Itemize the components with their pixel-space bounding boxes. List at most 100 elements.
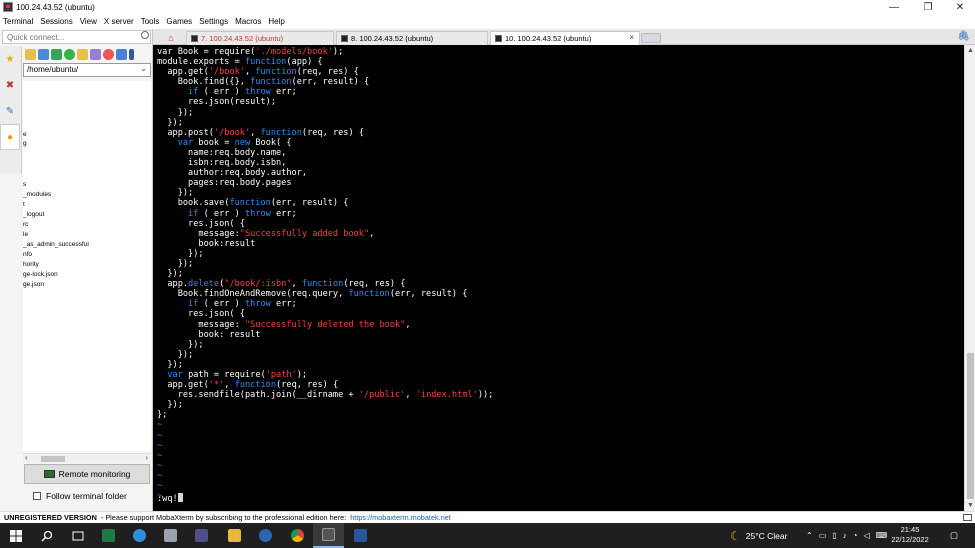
search-button[interactable] [31, 523, 62, 548]
list-item[interactable]: nfo [23, 251, 32, 258]
list-item[interactable]: g [23, 140, 27, 147]
terminal-line: }); [157, 269, 964, 279]
properties-icon[interactable] [129, 48, 134, 60]
list-item[interactable]: hority [23, 261, 39, 268]
terminal-output[interactable]: var Book = require('./models/book'); modu… [153, 45, 964, 511]
scroll-left-icon[interactable]: ‹ [25, 453, 28, 462]
follow-terminal-checkbox[interactable] [33, 492, 41, 500]
battery-icon[interactable]: ▯ [832, 531, 836, 540]
terminal-scrollbar[interactable]: ▲ ▼ [964, 45, 975, 511]
follow-terminal-folder[interactable]: Follow terminal folder [33, 491, 127, 501]
terminal-token: isbn:req.body.isbn, [157, 158, 287, 169]
volume-icon[interactable]: ♪ [843, 531, 847, 540]
tab-session-8[interactable]: 8. 100.24.43.52 (ubuntu) [336, 31, 488, 45]
task-view-button[interactable] [62, 523, 93, 548]
taskbar-excel[interactable] [93, 523, 124, 548]
terminal-token: '*' [208, 380, 225, 391]
scrollbar-thumb[interactable] [967, 353, 974, 499]
path-select[interactable]: /home/ubuntu/ ⌄ [23, 63, 151, 77]
terminal-line: }); [157, 118, 964, 128]
start-button[interactable] [0, 523, 31, 548]
mobatek-link[interactable]: https://mobaxterm.mobatek.net [350, 513, 451, 522]
speaker-icon[interactable]: ◁ [864, 531, 870, 540]
new-tab-button[interactable] [641, 33, 661, 43]
menu-games[interactable]: Games [166, 17, 192, 26]
app-icon [195, 529, 208, 542]
upload-icon[interactable] [51, 48, 62, 60]
taskbar-mobaxterm[interactable] [313, 523, 344, 548]
terminal-token: function [255, 67, 297, 78]
tab-session-7[interactable]: 7. 100.24.43.52 (ubuntu) [186, 31, 334, 45]
remote-monitoring-button[interactable]: Remote monitoring [24, 464, 150, 484]
terminal-token: , [369, 228, 375, 239]
list-item[interactable]: _modules [23, 191, 51, 198]
menu-help[interactable]: Help [268, 17, 284, 26]
new-file-icon[interactable] [90, 48, 101, 60]
taskbar-clock[interactable]: 21:45 22/12/2022 [888, 525, 932, 545]
taskbar-app[interactable] [155, 523, 186, 548]
sidebar-tab-sftp[interactable]: ● [0, 124, 20, 150]
file-list-scrollbar[interactable]: ‹ › [23, 453, 151, 463]
taskbar-word[interactable] [345, 523, 376, 548]
taskbar-chrome[interactable] [282, 523, 313, 548]
permissions-icon[interactable] [116, 48, 127, 60]
language-icon[interactable]: ⌨ [876, 531, 888, 540]
terminal-icon [341, 35, 348, 42]
list-item[interactable]: e [23, 131, 27, 138]
menu-macros[interactable]: Macros [235, 17, 261, 26]
scroll-right-icon[interactable]: › [145, 453, 148, 462]
sidebar-tab-macros[interactable]: ✎ [0, 98, 20, 124]
scrollbar-thumb[interactable] [41, 456, 65, 462]
list-item[interactable]: ge-lock.json [23, 271, 58, 278]
terminal-cursor [177, 493, 183, 502]
maximize-button[interactable]: ❐ [911, 0, 945, 14]
sidebar-tab-sessions[interactable]: ★ [0, 46, 20, 72]
terminal-line: ~ [157, 451, 964, 461]
scroll-up-icon[interactable]: ▲ [967, 47, 974, 54]
menu-tools[interactable]: Tools [141, 17, 160, 26]
wifi-icon[interactable]: ◔ [853, 531, 858, 540]
folder-up-icon[interactable] [25, 48, 36, 60]
close-button[interactable]: ✕ [943, 0, 975, 14]
taskbar-app-3[interactable] [250, 523, 281, 548]
menu-x-server[interactable]: X server [104, 17, 134, 26]
minimize-button[interactable]: — [877, 0, 911, 14]
taskbar-edge[interactable] [124, 523, 155, 548]
sidebar-tab-tools[interactable]: ✖ [0, 72, 20, 98]
terminal-token: function [250, 77, 292, 88]
terminal-token: function [348, 289, 390, 300]
download-icon[interactable] [38, 48, 49, 60]
tab-session-10[interactable]: 10. 100.24.43.52 (ubuntu) × [490, 31, 640, 45]
menu-terminal[interactable]: Terminal [3, 17, 33, 26]
network-icon[interactable]: ▭ [819, 531, 827, 540]
keyboard-icon[interactable] [963, 514, 972, 521]
delete-icon[interactable] [103, 48, 114, 60]
list-item[interactable]: _logout [23, 211, 44, 218]
folder-icon [228, 529, 241, 542]
terminal-line: book.save(function(err, result) { [157, 198, 964, 208]
list-item[interactable]: _as_admin_successful [23, 241, 89, 248]
terminal-token: ~ [157, 470, 163, 481]
home-tab[interactable]: ⌂ [156, 31, 186, 44]
attach-icon[interactable]: 🖇 [957, 31, 970, 42]
chevron-up-icon[interactable]: ⌃ [806, 531, 813, 540]
taskbar-app-2[interactable] [186, 523, 217, 548]
new-folder-icon[interactable] [77, 48, 88, 60]
quick-connect-input[interactable] [2, 30, 151, 44]
close-tab-icon[interactable]: × [629, 33, 634, 42]
list-item[interactable]: t [23, 201, 25, 208]
list-item[interactable]: rc [23, 221, 28, 228]
list-item[interactable]: ge.json [23, 281, 44, 288]
menu-settings[interactable]: Settings [199, 17, 228, 26]
notifications-button[interactable]: ▢ [950, 523, 958, 548]
menu-sessions[interactable]: Sessions [40, 17, 72, 26]
list-item[interactable]: le [23, 231, 28, 238]
weather-widget[interactable]: ☾ 25°C Clear [730, 523, 787, 548]
terminal-token: ~ [157, 450, 163, 461]
list-item[interactable]: s [23, 181, 26, 188]
refresh-icon[interactable] [64, 48, 75, 60]
scroll-down-icon[interactable]: ▼ [967, 502, 974, 509]
taskbar-file-explorer[interactable] [219, 523, 250, 548]
terminal-token: }); [157, 258, 194, 269]
menu-view[interactable]: View [80, 17, 97, 26]
